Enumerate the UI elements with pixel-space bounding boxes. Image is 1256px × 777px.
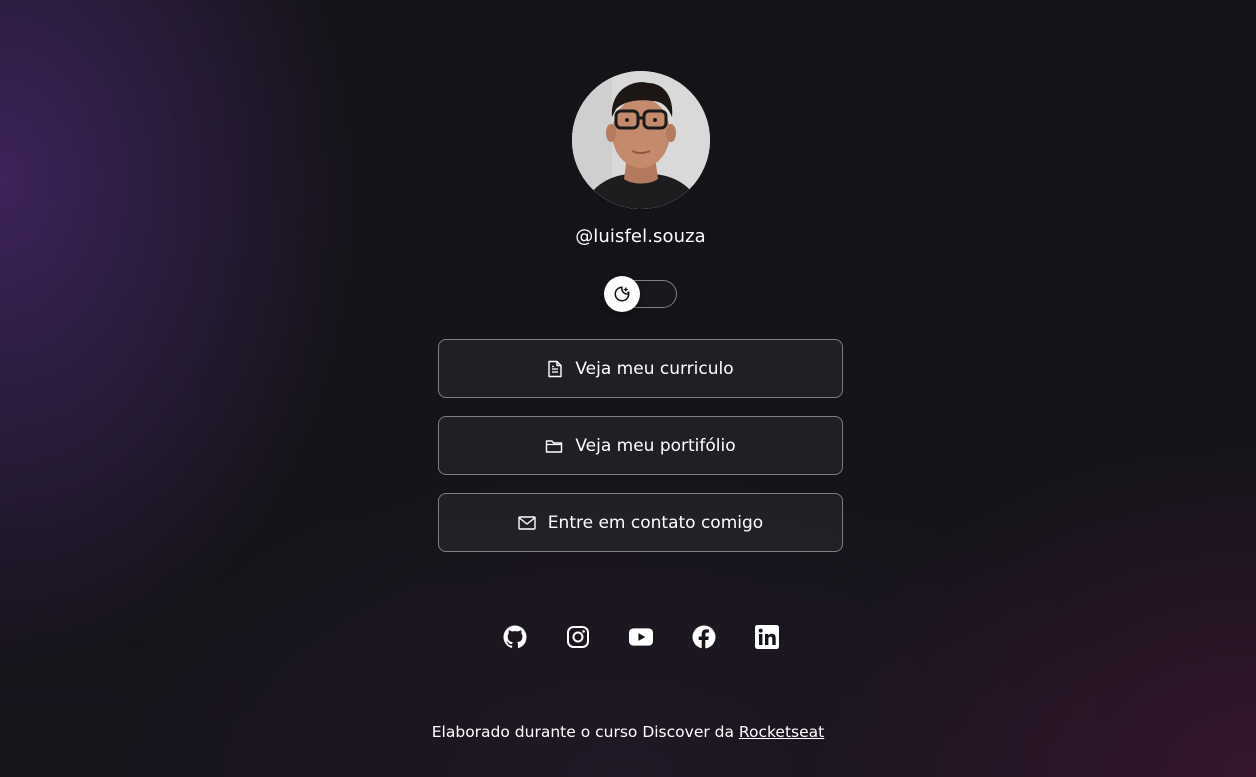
mail-icon [518,515,536,530]
folder-icon [545,438,563,454]
portfolio-link-label: Veja meu portifólio [575,435,736,456]
avatar-photo [571,71,710,209]
moon-stars-icon [614,286,630,302]
social-links [503,625,779,649]
links-list: Veja meu curriculo Veja meu portifólio E… [438,339,843,552]
footer-text: Elaborado durante o curso Discover da [431,723,739,741]
linkedin-icon[interactable] [754,625,779,649]
resume-link-button[interactable]: Veja meu curriculo [438,339,843,398]
youtube-icon[interactable] [628,625,653,649]
facebook-icon[interactable] [692,625,716,649]
contact-link-label: Entre em contato comigo [547,512,764,533]
instagram-icon[interactable] [566,625,590,649]
profile-container: @luisfel.souza Veja meu curriculo Veja m… [438,71,843,649]
github-icon[interactable] [503,625,527,649]
footer: Elaborado durante o curso Discover da Ro… [0,722,1256,742]
username: @luisfel.souza [575,226,706,247]
resume-link-label: Veja meu curriculo [575,358,734,379]
contact-link-button[interactable]: Entre em contato comigo [438,493,843,552]
file-text-icon [547,360,563,378]
avatar [571,71,710,209]
portfolio-link-button[interactable]: Veja meu portifólio [438,416,843,475]
theme-toggle[interactable] [603,276,677,312]
rocketseat-link[interactable]: Rocketseat [739,723,824,741]
theme-toggle-knob[interactable] [603,276,640,312]
